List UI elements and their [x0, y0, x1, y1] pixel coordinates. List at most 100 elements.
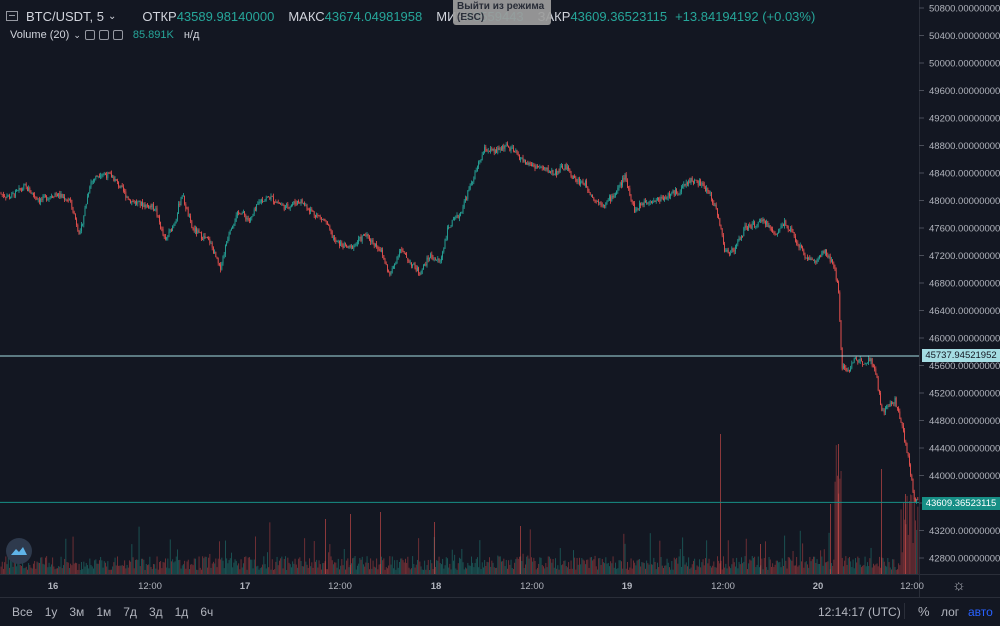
volume-bar: [112, 566, 114, 574]
candle-body: [256, 204, 257, 210]
price-chart[interactable]: 50800.0000000050400.0000000050000.000000…: [0, 0, 1000, 597]
gear-icon[interactable]: ☼: [952, 577, 966, 594]
candle-body: [0, 193, 2, 195]
volume-bar: [347, 558, 349, 574]
volume-bar: [373, 566, 375, 574]
volume-na: н/д: [183, 29, 200, 41]
timeframe-all[interactable]: Все: [12, 605, 33, 619]
collapse-icon[interactable]: [6, 11, 18, 21]
volume-bar: [46, 556, 48, 574]
candle-body: [588, 190, 590, 193]
candle-body: [753, 222, 754, 224]
candle-body: [586, 180, 587, 188]
symbol-label[interactable]: BTC/USDT, 5: [26, 9, 104, 24]
volume-bar: [405, 558, 406, 574]
volume-bar: [149, 556, 151, 574]
candle-body: [97, 175, 99, 177]
volume-bar: [309, 558, 310, 574]
candle-body: [204, 236, 206, 238]
candle-body: [365, 235, 367, 237]
timeframe-7d[interactable]: 7д: [123, 605, 137, 619]
auto-toggle[interactable]: авто: [968, 605, 993, 619]
candle-body: [681, 187, 682, 192]
volume-bar: [192, 565, 194, 574]
eye-icon[interactable]: [84, 30, 95, 40]
candle-body: [81, 224, 82, 231]
timeframe-1m[interactable]: 1м: [96, 605, 111, 619]
candle-body: [786, 225, 788, 226]
candle-body: [815, 260, 817, 263]
candle-body: [507, 143, 508, 146]
candle-body: [343, 243, 345, 248]
y-tick-label: 46000.00000000: [929, 334, 1000, 345]
tradingview-cloud-icon[interactable]: [6, 538, 32, 564]
volume-bar: [834, 481, 836, 574]
volume-bar: [501, 561, 502, 574]
log-toggle[interactable]: лог: [941, 605, 959, 619]
volume-bar: [346, 560, 348, 574]
timeframe-3d[interactable]: 3д: [149, 605, 163, 619]
candle-body: [876, 374, 878, 378]
volume-bar: [250, 559, 252, 574]
candle-body: [217, 258, 219, 264]
candle-body: [813, 259, 814, 261]
candle-body: [592, 194, 593, 198]
volume-bar: [33, 563, 34, 574]
candle-body: [31, 192, 33, 194]
candle-body: [779, 228, 781, 232]
volume-bar: [306, 564, 308, 574]
y-tick-label: 44000.00000000: [929, 471, 1000, 482]
utc-clock[interactable]: 12:14:17 (UTC): [818, 605, 901, 619]
volume-bar: [52, 557, 54, 574]
candle-body: [667, 193, 669, 198]
timeframe-3m[interactable]: 3м: [69, 605, 84, 619]
candle-body: [63, 196, 64, 198]
candle-body: [671, 193, 673, 194]
volume-bar: [612, 556, 614, 574]
timeframe-1d[interactable]: 1д: [175, 605, 189, 619]
volume-bar: [143, 559, 145, 574]
candle-body: [101, 174, 103, 176]
settings-icon[interactable]: [98, 30, 109, 40]
percent-toggle[interactable]: %: [918, 604, 930, 619]
candle-body: [469, 183, 471, 189]
y-tick-label: 44400.00000000: [929, 444, 1000, 455]
candle-body: [882, 410, 884, 412]
candle-body: [679, 191, 681, 194]
volume-bar: [69, 568, 70, 574]
candle-body: [279, 203, 280, 204]
x-tick-label: 19: [622, 581, 633, 592]
timeframe-6h[interactable]: 6ч: [200, 605, 213, 619]
candle-body: [5, 196, 7, 198]
chevron-down-icon[interactable]: ⌄: [73, 30, 81, 41]
candle-body: [892, 402, 893, 404]
candle-body: [543, 167, 544, 169]
candle-body: [654, 200, 656, 202]
candle-body: [421, 269, 423, 274]
candle-body: [384, 259, 386, 264]
volume-bar: [367, 562, 369, 574]
close-icon[interactable]: [112, 30, 123, 40]
chevron-down-icon[interactable]: ⌄: [108, 11, 116, 22]
candle-body: [839, 292, 841, 321]
candle-body: [88, 192, 89, 197]
volume-bar: [415, 564, 417, 574]
volume-bar: [533, 557, 535, 574]
volume-bar: [174, 561, 176, 574]
candle-body: [601, 204, 603, 206]
candle-body: [870, 358, 872, 362]
volume-label[interactable]: Volume (20): [10, 29, 69, 41]
volume-bar: [635, 565, 637, 574]
volume-spike: [720, 434, 721, 574]
candle-body: [354, 243, 356, 246]
candle-body: [300, 199, 302, 203]
volume-bar: [634, 562, 636, 574]
candle-body: [10, 197, 11, 199]
timeframe-1y[interactable]: 1у: [45, 605, 58, 619]
volume-bar: [426, 565, 428, 574]
candle-body: [636, 208, 638, 210]
volume-bar: [364, 566, 366, 574]
exit-fullscreen-tooltip[interactable]: Выйти из режима (ESC): [453, 0, 551, 25]
candle-body: [177, 213, 178, 220]
candle-body: [330, 229, 332, 232]
